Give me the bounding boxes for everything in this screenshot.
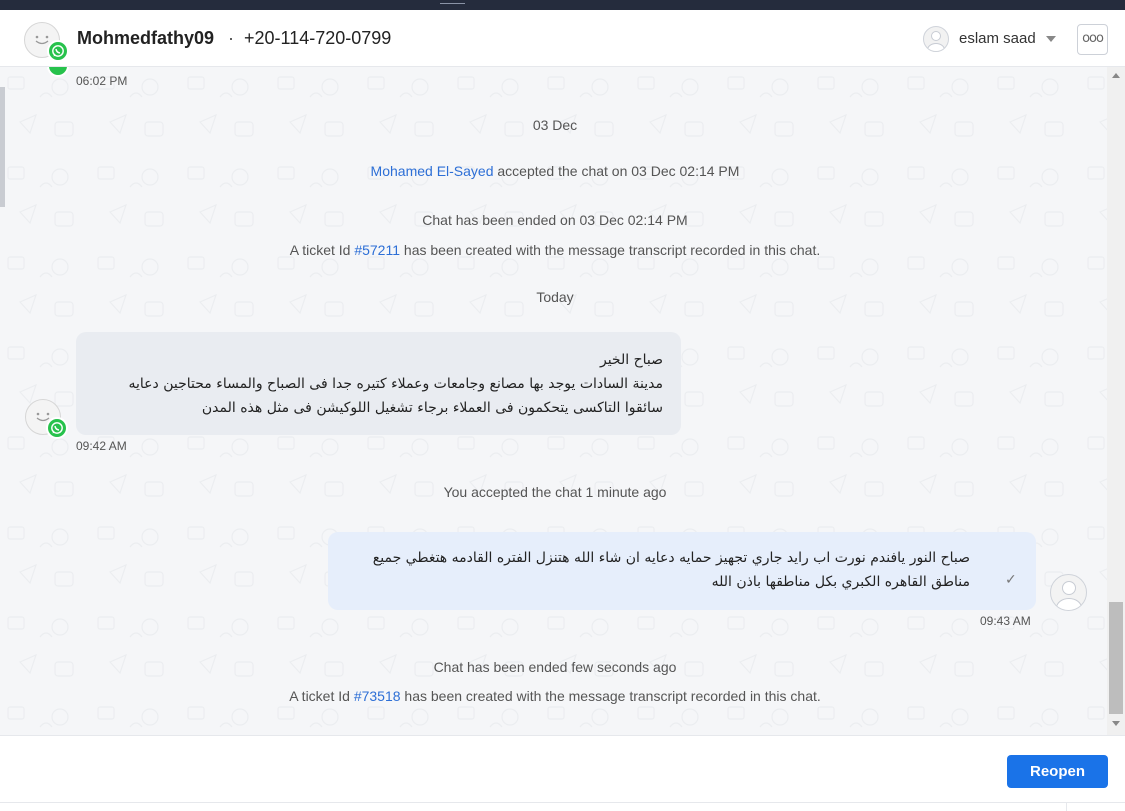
- date-divider: Today: [536, 289, 574, 305]
- agent-avatar-icon[interactable]: [923, 26, 949, 52]
- message-time: 06:02 PM: [76, 74, 128, 88]
- message-line: صباح الخير: [599, 352, 663, 368]
- whatsapp-icon: [46, 417, 68, 439]
- message-line: سائقوا التاكسى يتحكمون فى العملاء برجاء …: [201, 400, 663, 416]
- outgoing-message-bubble[interactable]: صباح النور يافندم نورت اب رايد جاري تجهي…: [328, 532, 1036, 610]
- check-icon: ✓: [1005, 572, 1017, 588]
- top-app-bar: [0, 0, 1125, 10]
- contact-phone: +20-114-720-0799: [244, 28, 392, 48]
- ticket-suffix: has been created with the message transc…: [400, 242, 821, 258]
- ticket-prefix: A ticket Id: [289, 688, 354, 704]
- drag-handle[interactable]: [440, 3, 465, 4]
- message-line: مناطق القاهره الكبري بكل مناطقها باذن ال…: [711, 574, 970, 590]
- divider: [1066, 802, 1067, 811]
- system-message-ended: Chat has been ended few seconds ago: [433, 659, 677, 675]
- scroll-down-icon[interactable]: [1112, 721, 1120, 726]
- scroll-up-icon[interactable]: [1112, 73, 1120, 78]
- system-message-ticket: A ticket Id #73518 has been created with…: [0, 688, 1110, 704]
- ticket-prefix: A ticket Id: [289, 242, 355, 258]
- agent-link[interactable]: Mohamed El-Sayed: [371, 163, 494, 179]
- contact-name: Mohmedfathy09: [77, 28, 215, 48]
- panel-edge: [0, 87, 5, 207]
- agent-avatar-icon: [1050, 574, 1087, 611]
- system-message-accepted: Mohamed El-Sayed accepted the chat on 03…: [0, 163, 1110, 179]
- chat-transcript[interactable]: 06:02 PM 03 Dec Mohamed El-Sayed accepte…: [0, 67, 1125, 735]
- message-time: 09:43 AM: [980, 614, 1031, 628]
- system-message-ticket: A ticket Id #57211 has been created with…: [0, 242, 1110, 258]
- more-options-button[interactable]: ooo: [1077, 24, 1108, 55]
- vertical-scrollbar[interactable]: [1107, 67, 1125, 735]
- system-message-you-accepted: You accepted the chat 1 minute ago: [443, 484, 667, 500]
- date-divider: 03 Dec: [532, 117, 578, 133]
- message-time: 09:42 AM: [76, 439, 127, 453]
- ticket-suffix: has been created with the message transc…: [400, 688, 821, 704]
- incoming-message-bubble[interactable]: صباح الخير مدينة السادات يوجد بها مصانع …: [76, 332, 681, 435]
- caret-down-icon[interactable]: [1046, 36, 1056, 42]
- ticket-link[interactable]: #57211: [354, 242, 400, 258]
- separator-dot: ·: [228, 28, 234, 48]
- system-message-ended: Chat has been ended on 03 Dec 02:14 PM: [422, 212, 688, 228]
- chat-header: Mohmedfathy09 · +20-114-720-0799 eslam s…: [0, 10, 1125, 67]
- chat-footer: Reopen: [0, 735, 1125, 811]
- message-line: مدينة السادات يوجد بها مصانع وجامعات وعم…: [128, 376, 663, 392]
- divider: [0, 802, 1125, 803]
- accepted-text: accepted the chat on 03 Dec 02:14 PM: [493, 163, 740, 179]
- reopen-button[interactable]: Reopen: [1007, 755, 1108, 788]
- whatsapp-icon: [47, 40, 69, 62]
- agent-name[interactable]: eslam saad: [959, 30, 1036, 47]
- message-line: صباح النور يافندم نورت اب رايد جاري تجهي…: [372, 550, 970, 566]
- ticket-link[interactable]: #73518: [354, 688, 401, 704]
- scroll-thumb[interactable]: [1109, 602, 1123, 714]
